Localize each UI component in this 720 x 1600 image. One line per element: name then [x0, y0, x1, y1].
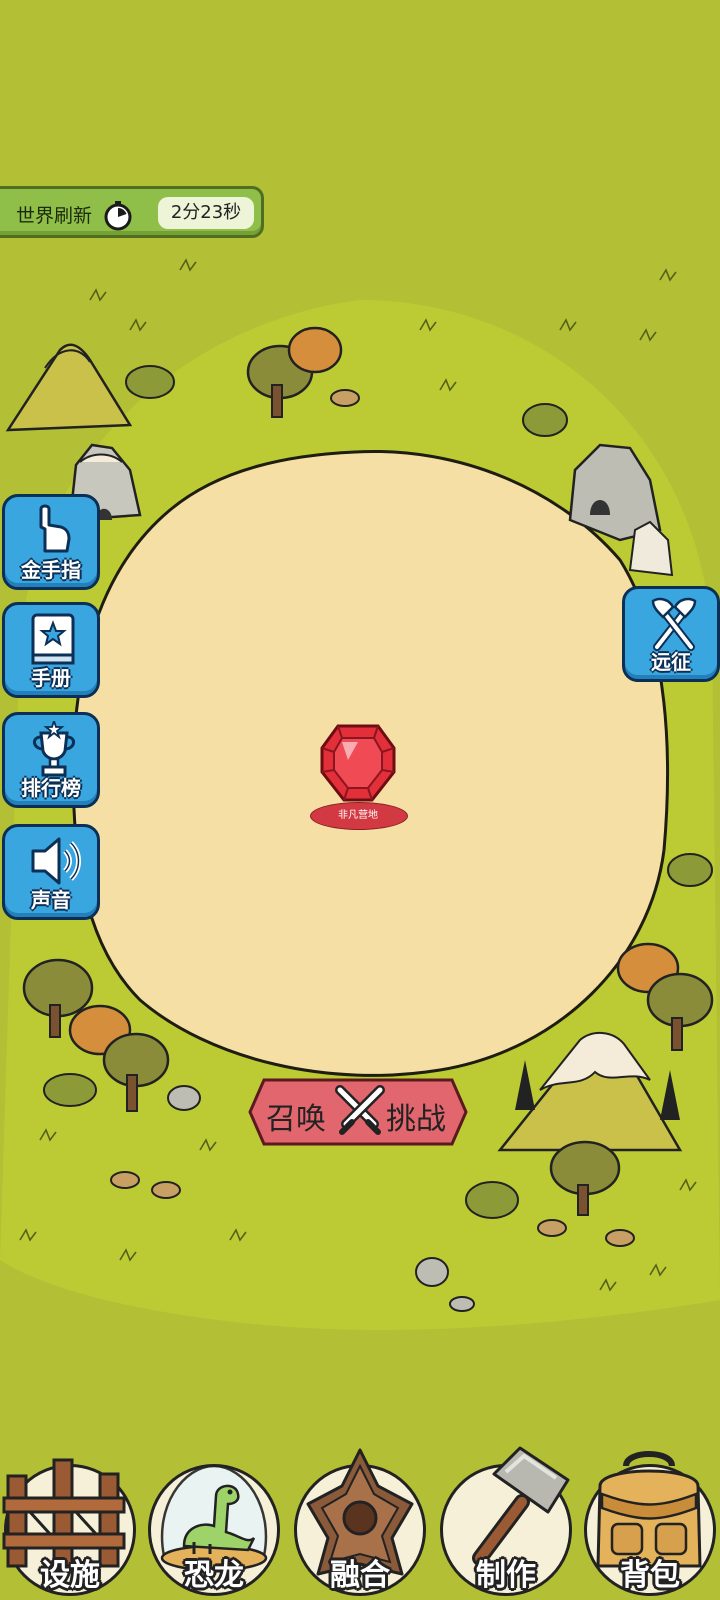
sound-label: 声音: [31, 888, 71, 912]
world-refresh-timer: 2分23秒: [158, 197, 254, 229]
summon-label: 召唤: [266, 1102, 326, 1137]
nav-crafting-label: 制作: [476, 1558, 536, 1593]
nav-dinosaur-button[interactable]: 恐龙: [144, 1446, 284, 1596]
nav-backpack-button[interactable]: 背包: [580, 1446, 720, 1596]
crossed-axes-icon: [651, 597, 697, 651]
manual-label: 手册: [31, 666, 71, 690]
world-refresh-label: 世界刷新: [16, 205, 93, 227]
manual-button[interactable]: 手册: [2, 602, 100, 698]
nav-facilities-button[interactable]: 设施: [0, 1446, 140, 1596]
leaderboard-label: 排行榜: [21, 776, 81, 800]
expedition-label: 远征: [651, 650, 691, 674]
camp-name-label: 非凡营地: [338, 810, 378, 821]
mountain-top-left: [5, 343, 133, 432]
challenge-label: 挑战: [386, 1102, 446, 1137]
nav-fusion-button[interactable]: 融合: [290, 1446, 430, 1596]
nav-dinosaur-label: 恐龙: [184, 1558, 244, 1593]
gold-finger-button[interactable]: 金手指: [2, 494, 100, 590]
world-refresh-bar: 世界刷新 2分23秒: [0, 186, 264, 238]
nav-facilities-label: 设施: [40, 1558, 100, 1593]
crossed-swords-icon: [335, 1085, 385, 1135]
expedition-button[interactable]: 远征: [622, 586, 720, 682]
pointing-hand-icon: [39, 504, 71, 553]
trophy-icon: [33, 721, 75, 777]
book-icon: [31, 613, 75, 665]
stopwatch-icon: [104, 201, 132, 231]
nav-fusion-label: 融合: [330, 1558, 390, 1593]
leaderboard-button[interactable]: 排行榜: [2, 712, 100, 808]
gold-finger-label: 金手指: [21, 558, 81, 582]
nav-backpack-label: 背包: [620, 1558, 680, 1593]
red-gem-icon[interactable]: [318, 720, 398, 806]
sound-button[interactable]: 声音: [2, 824, 100, 920]
nav-crafting-button[interactable]: 制作: [436, 1446, 576, 1596]
speaker-icon: [31, 837, 81, 885]
